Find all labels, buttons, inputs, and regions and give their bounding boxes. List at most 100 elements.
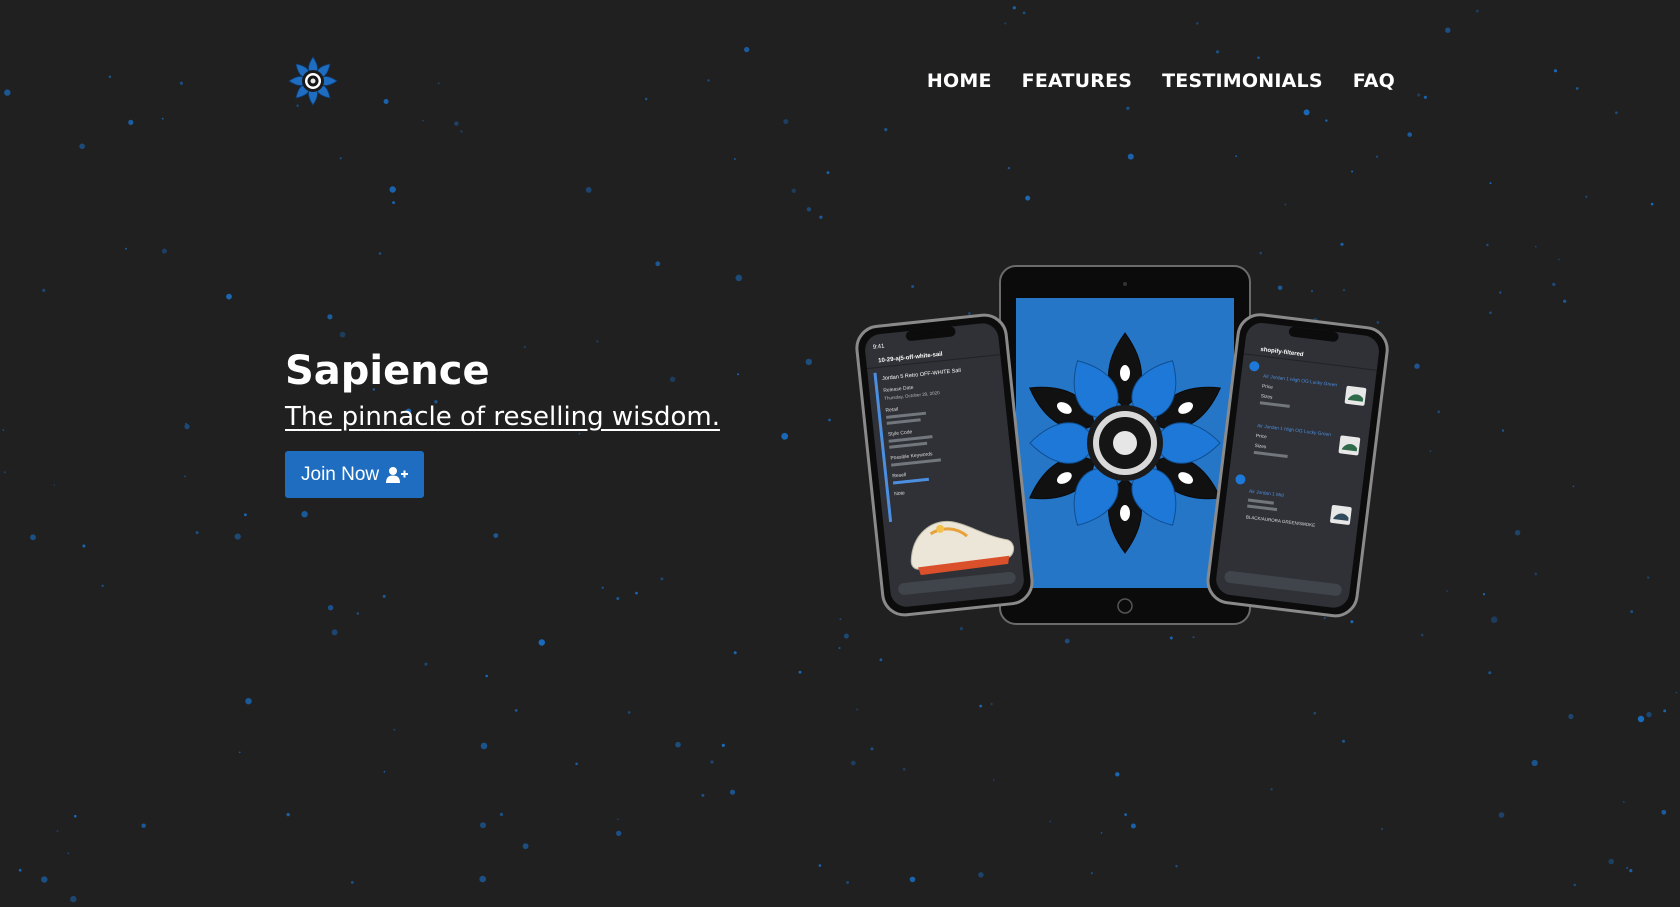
star-dot <box>74 814 77 818</box>
star-dot <box>128 119 134 125</box>
star-dot <box>1414 363 1420 369</box>
star-dot <box>1482 593 1486 596</box>
star-dot <box>4 89 11 96</box>
star-dot <box>1376 155 1379 158</box>
star-dot <box>1351 170 1354 173</box>
star-dot <box>627 711 631 714</box>
star-dot <box>1325 119 1328 122</box>
nav-faq-link[interactable]: FAQ <box>1353 70 1395 92</box>
star-dot <box>710 760 714 764</box>
star-dot <box>781 432 789 440</box>
star-dot <box>783 119 789 125</box>
star-dot <box>1407 132 1412 137</box>
star-dot <box>737 373 740 376</box>
star-dot <box>286 812 290 817</box>
star-dot <box>184 424 190 430</box>
star-dot <box>1475 9 1479 13</box>
star-dot <box>1575 87 1579 90</box>
star-dot <box>499 812 504 817</box>
main-nav: HOME FEATURES TESTIMONIALS FAQ <box>927 70 1395 92</box>
star-dot <box>234 533 241 540</box>
star-dot <box>1022 11 1026 15</box>
star-dot <box>244 513 247 517</box>
star-dot <box>1270 788 1273 791</box>
star-dot <box>1126 106 1130 111</box>
star-dot <box>856 708 859 711</box>
star-dot <box>1568 713 1574 720</box>
star-dot <box>185 422 187 425</box>
star-dot <box>990 702 993 706</box>
star-dot <box>616 818 619 821</box>
star-dot <box>826 171 830 175</box>
join-now-button[interactable]: Join Now <box>285 451 425 498</box>
star-dot <box>1130 823 1136 829</box>
star-dot <box>1007 166 1011 170</box>
star-dot <box>978 872 984 878</box>
star-dot <box>805 358 812 366</box>
star-dot <box>67 852 70 855</box>
star-dot <box>327 314 333 320</box>
nav-features-link[interactable]: FEATURES <box>1022 70 1132 92</box>
nav-testimonials-link[interactable]: TESTIMONIALS <box>1162 70 1323 92</box>
star-dot <box>1573 883 1577 887</box>
star-dot <box>42 288 46 292</box>
star-dot <box>331 629 338 636</box>
star-dot <box>870 747 874 751</box>
star-dot <box>1490 616 1498 623</box>
star-dot <box>1025 195 1031 201</box>
star-dot <box>485 674 489 678</box>
star-dot <box>1012 6 1016 10</box>
star-dot <box>909 876 916 883</box>
star-dot <box>437 82 440 85</box>
star-dot <box>1049 820 1052 823</box>
star-dot <box>884 128 888 132</box>
star-dot <box>393 728 396 731</box>
star-dot <box>1675 691 1678 694</box>
star-dot <box>701 793 705 797</box>
hero-tagline: The pinnacle of reselling wisdom. <box>285 402 720 432</box>
left-phone-line-8: Note <box>894 490 905 497</box>
star-dot <box>902 767 906 771</box>
star-dot <box>1615 111 1618 115</box>
star-dot <box>850 760 856 766</box>
star-dot <box>1531 759 1538 767</box>
star-dot <box>1486 243 1489 247</box>
star-dot <box>1381 828 1383 830</box>
star-dot <box>1115 772 1120 777</box>
star-dot <box>1646 711 1652 718</box>
star-dot <box>828 418 831 422</box>
sapience-logo-icon[interactable] <box>287 55 339 107</box>
star-dot <box>101 584 104 587</box>
star-dot <box>707 79 710 82</box>
star-dot <box>585 187 592 193</box>
star-dot <box>1622 800 1625 803</box>
star-dot <box>1650 202 1654 206</box>
star-dot <box>1445 27 1451 33</box>
star-dot <box>1663 709 1667 713</box>
star-dot <box>1489 182 1492 185</box>
star-dot <box>125 247 127 250</box>
star-dot <box>1124 813 1127 816</box>
star-dot <box>480 742 488 750</box>
star-dot <box>301 511 308 518</box>
star-dot <box>179 81 183 85</box>
star-dot <box>1608 858 1614 865</box>
star-dot <box>1235 155 1238 158</box>
star-dot <box>327 605 334 611</box>
star-dot <box>838 646 841 650</box>
star-dot <box>1303 109 1310 116</box>
star-dot <box>1429 450 1432 453</box>
star-dot <box>1446 590 1449 592</box>
star-dot <box>729 789 736 795</box>
star-dot <box>843 633 849 639</box>
star-dot <box>422 119 424 122</box>
star-dot <box>1553 69 1558 73</box>
nav-home-link[interactable]: HOME <box>927 70 992 92</box>
star-dot <box>1661 809 1667 815</box>
star-dot <box>733 651 737 655</box>
star-dot <box>1629 869 1633 873</box>
star-dot <box>616 830 622 836</box>
landing-page: HOME FEATURES TESTIMONIALS FAQ Sapience … <box>0 0 1680 907</box>
star-dot <box>818 864 822 867</box>
star-dot <box>424 662 428 666</box>
